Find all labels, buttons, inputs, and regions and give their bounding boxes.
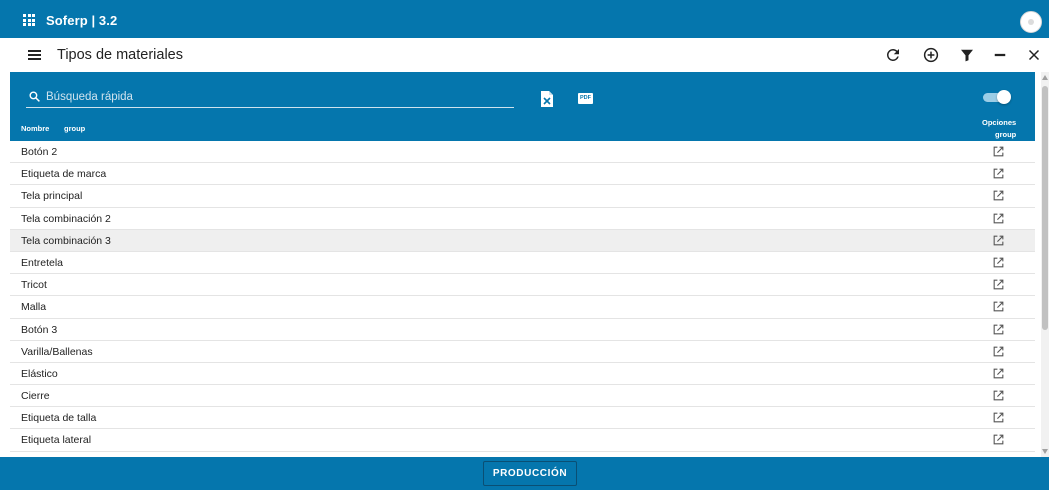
open-in-new-icon[interactable] [992,212,1005,225]
excel-export-icon[interactable] [541,91,553,107]
row-name: Tela combinación 3 [21,234,111,247]
scrollbar-thumb[interactable] [1042,86,1048,330]
row-name: Entretela [21,256,64,269]
open-in-new-icon[interactable] [992,411,1005,424]
page-title: Tipos de materiales [57,47,183,63]
table-row[interactable]: Botón 2 [10,141,1035,164]
column-header-name[interactable]: Nombre [21,124,49,133]
search-input[interactable] [46,88,506,106]
search-field[interactable] [26,88,514,108]
table-row[interactable]: Tricot [10,274,1035,297]
open-in-new-icon[interactable] [992,367,1005,380]
row-name: Etiqueta de marca [21,168,107,181]
pdf-export-icon[interactable]: PDF [578,93,593,104]
table-row[interactable]: Tela principal [10,185,1035,208]
open-in-new-icon[interactable] [992,300,1005,313]
minimize-icon[interactable] [991,46,1009,64]
table-row[interactable]: Botón 3 [10,318,1035,341]
filter-icon[interactable] [958,46,976,64]
row-name: Tela combinación 2 [21,212,111,225]
user-avatar[interactable] [1020,11,1042,33]
open-in-new-icon[interactable] [992,323,1005,336]
materials-table-body: Botón 2 Etiqueta de marca Tela principal Te… [10,141,1035,457]
options-toggle[interactable] [983,90,1011,104]
row-name: Etiqueta lateral [21,434,92,447]
row-name: Tricot [21,279,47,292]
table-row[interactable]: Elástico [10,362,1035,386]
open-in-new-icon[interactable] [992,256,1005,269]
table-row[interactable]: Cierre [10,385,1035,408]
close-icon[interactable] [1025,46,1043,64]
apps-grid-icon[interactable] [23,14,35,26]
hamburger-menu-icon[interactable] [28,50,41,60]
table-row[interactable]: Etiqueta de marca [10,163,1035,186]
refresh-icon[interactable] [884,46,902,64]
open-in-new-icon[interactable] [992,389,1005,402]
open-in-new-icon[interactable] [992,345,1005,358]
row-name: Botón 3 [21,323,58,336]
open-in-new-icon[interactable] [992,278,1005,291]
table-row[interactable]: Varilla/Ballenas [10,340,1035,363]
table-row[interactable]: Malla [10,296,1035,319]
vertical-scrollbar[interactable] [1041,72,1049,457]
row-name: Varilla/Ballenas [21,345,93,358]
open-in-new-icon[interactable] [992,167,1005,180]
table-row[interactable]: Tela combinación 3 [10,229,1035,252]
table-row[interactable]: Tela combinación 2 [10,207,1035,230]
search-icon [29,91,40,102]
toggle-thumb [997,90,1011,104]
table-row[interactable]: Etiqueta de talla [10,407,1035,430]
table-row[interactable]: Etiqueta lateral [10,429,1035,452]
open-in-new-icon[interactable] [992,189,1005,202]
produccion-button[interactable]: PRODUCCIÓN [483,461,577,486]
bottom-bar: PRODUCCIÓN [0,457,1049,490]
column-header-group[interactable]: group [64,124,85,133]
table-header-band: PDF Nombre group Opciones group [10,72,1035,141]
open-in-new-icon[interactable] [992,433,1005,446]
row-name: Botón 2 [21,146,58,158]
row-name: Tela principal [21,190,83,203]
row-name: Elástico [21,367,58,380]
row-name: Cierre [21,390,50,403]
scroll-up-arrow-icon[interactable] [1042,75,1048,80]
scroll-down-arrow-icon[interactable] [1042,449,1048,454]
app-window: Soferp | 3.2 Tipos de materiales Búsqued… [0,0,1049,490]
column-header-options: Opciones [982,118,1017,127]
top-app-bar: Soferp | 3.2 [0,0,1049,38]
column-header-options-group: group [995,130,1017,139]
row-name: Etiqueta de talla [21,412,97,425]
row-name: Malla [21,301,47,314]
app-brand: Soferp | 3.2 [46,13,118,28]
open-in-new-icon[interactable] [992,145,1005,158]
table-row[interactable]: Entretela [10,251,1035,275]
add-circle-icon[interactable] [922,46,940,64]
page-title-bar: Tipos de materiales [0,38,1049,72]
open-in-new-icon[interactable] [992,234,1005,247]
